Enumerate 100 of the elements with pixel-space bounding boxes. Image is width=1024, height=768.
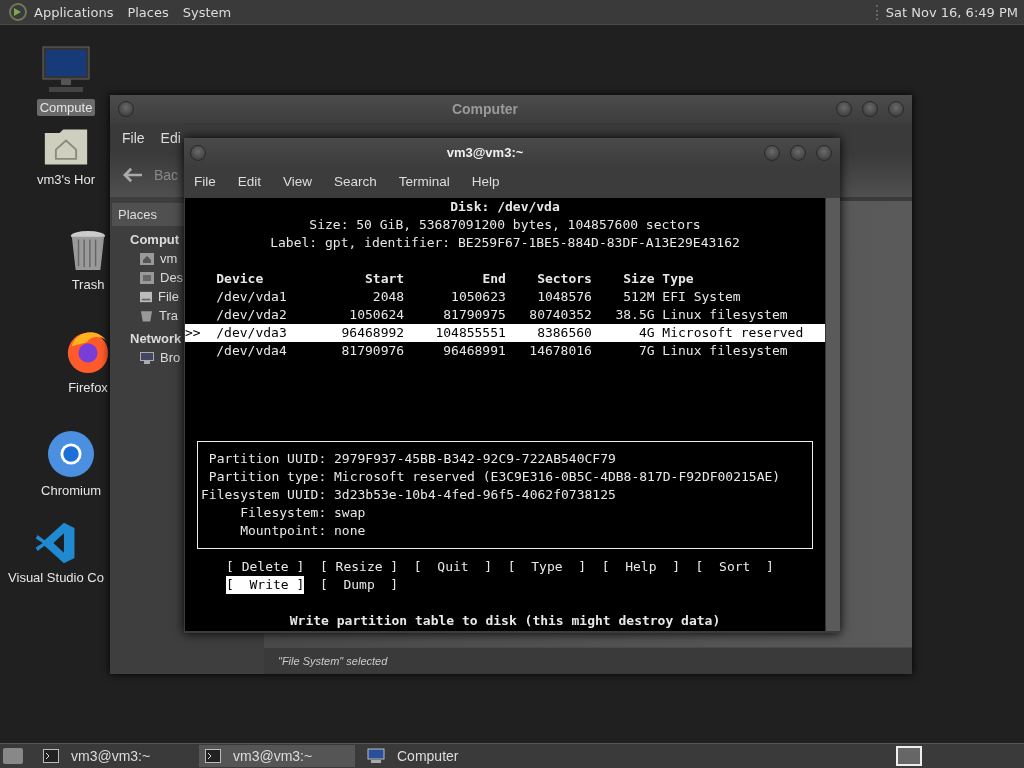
monitor-icon[interactable] [41, 45, 91, 95]
table-cell-text: 1050624 [348, 306, 405, 324]
table-cell-text: /dev/vda4 [216, 342, 288, 360]
menu-action-button[interactable]: [ Resize ] [319, 558, 399, 576]
sidebar-item[interactable]: Des [160, 270, 184, 285]
sidebar-item[interactable]: Bro [160, 350, 181, 365]
table-cell-text: 81790975 [442, 306, 506, 324]
menu-item[interactable]: File [186, 174, 224, 189]
table-cell-text: 96468991 [442, 342, 506, 360]
detail-value: 2979F937-45BB-B342-92C9-722AB540CF79 [334, 450, 616, 468]
folder-icon [140, 271, 154, 284]
table-cell: Microsoft reserved [662, 324, 804, 342]
column-header: Size [622, 270, 655, 288]
panel-menu[interactable]: Applications [34, 4, 114, 20]
menu-item[interactable]: Help [463, 174, 508, 189]
table-cell: EFI System [662, 288, 741, 306]
table-cell-text: /dev/vda1 [216, 288, 288, 306]
workspace-switcher[interactable] [896, 746, 922, 766]
disk-info-line: Size: 50 GiB, 53687091200 bytes, 104857600 sectors [308, 216, 702, 234]
column-header: Device [216, 270, 265, 288]
trash-icon [140, 309, 153, 322]
partition-row[interactable]: >> /dev/vda3 96468992 104855551 8386560 4G Microsoft reserved [185, 324, 825, 342]
detail-value: 3d23b53e-10b4-4fed-96f5-4062f0738125 [334, 486, 616, 504]
clock[interactable]: Sat Nov 16, 6:49 PM [875, 4, 1018, 20]
home-folder-icon [140, 252, 154, 265]
trash-icon[interactable] [69, 230, 107, 272]
desktop-icon-label[interactable]: Trash [68, 276, 108, 293]
menu-action-button[interactable]: [ Help ] [601, 558, 680, 576]
taskbar-button[interactable]: vm3@vm3:~ [37, 745, 193, 767]
window-menu-button[interactable] [118, 101, 134, 117]
disk-info-line: Label: gpt, identifier: BE259F67-1BE5-884D-83DF-A13E29E43162 [269, 234, 741, 252]
menu-action-button[interactable]: [ Sort ] [695, 558, 774, 576]
desktop-icon-label[interactable]: vm3's Hor [33, 171, 99, 188]
detail-label: Partition UUID: [207, 450, 327, 468]
panel-menu[interactable]: Places [127, 4, 169, 20]
desktop-icon-label[interactable]: Firefox [65, 379, 111, 396]
table-cell-text: 1048576 [536, 288, 592, 306]
sidebar-item[interactable]: File [158, 289, 179, 304]
scrollbar[interactable] [825, 198, 840, 631]
column-header: Sectors [536, 270, 592, 288]
table-cell: Linux filesystem [662, 306, 788, 324]
menu-action-button[interactable]: [ Quit ] [413, 558, 493, 576]
sidebar-item[interactable]: vm [160, 251, 178, 266]
monitor-icon [140, 351, 154, 364]
partition-row[interactable]: /dev/vda4 81790976 96468991 14678016 7G Linux filesystem [185, 342, 825, 360]
table-cell: Linux filesystem [662, 342, 788, 360]
logo-icon[interactable] [8, 2, 28, 22]
sidebar-item[interactable]: Tra [159, 308, 179, 323]
window-control-button[interactable] [888, 101, 904, 117]
column-header: Start [364, 270, 405, 288]
window-control-button[interactable] [764, 144, 780, 161]
menu-item[interactable]: Terminal [390, 174, 458, 189]
hint-text: Write partition table to disk (this might destroy data) [288, 612, 722, 630]
desktop-icon-label[interactable]: Visual Studio Co [5, 569, 107, 586]
table-cell-text: 512M [622, 288, 655, 306]
window-control-button[interactable] [790, 144, 806, 161]
panel-menu[interactable]: System [182, 4, 232, 20]
menu-action-button[interactable]: [ Delete ] [226, 558, 305, 576]
detail-value: none [334, 522, 366, 540]
menu-item[interactable]: Search [326, 174, 385, 189]
table-cell-text: 104855551 [434, 324, 506, 342]
detail-label: Filesystem UUID: [201, 486, 327, 504]
table-cell-text: 8386560 [536, 324, 592, 342]
taskbar-button[interactable]: vm3@vm3:~ [199, 745, 355, 767]
table-cell-text: 2048 [371, 288, 405, 306]
table-cell-text: 81790976 [340, 342, 405, 360]
table-cell-text: /dev/vda3 [216, 324, 288, 342]
menu-action-button[interactable]: [ Type ] [507, 558, 587, 576]
table-cell-text: 7G [637, 342, 655, 360]
detail-label: Mountpoint: [239, 522, 327, 540]
table-cell-text: 1050623 [450, 288, 506, 306]
terminal-icon [43, 749, 59, 763]
ring-logo-icon[interactable] [47, 430, 95, 478]
detail-label: Partition type: [207, 468, 327, 486]
window-control-button[interactable] [836, 101, 852, 117]
menu-item[interactable]: View [275, 174, 321, 189]
table-cell-text: /dev/vda2 [216, 306, 288, 324]
menu-item[interactable]: File [122, 130, 145, 146]
menu-action-button[interactable]: [ Write ] [226, 576, 305, 594]
taskbar-button[interactable]: Computer [361, 745, 517, 767]
window-control-button[interactable] [816, 144, 832, 161]
table-cell-text: 80740352 [528, 306, 592, 324]
window-menu-button[interactable] [190, 144, 206, 161]
menu-item[interactable]: Edit [229, 174, 270, 189]
desktop-icon-label[interactable]: Compute [36, 99, 96, 116]
monitor-icon [367, 748, 385, 764]
partition-row[interactable]: /dev/vda2 1050624 81790975 80740352 38.5G Linux filesystem [185, 306, 825, 324]
table-cell-text: 38.5G [614, 306, 655, 324]
detail-value: swap [334, 504, 366, 522]
status-text: "File System" selected [278, 655, 388, 667]
column-header: End [481, 270, 506, 288]
drive-icon [140, 290, 152, 303]
terminal-icon [205, 749, 221, 763]
menu-item[interactable]: Edi [160, 130, 181, 146]
menu-action-button[interactable]: [ Dump ] [319, 576, 399, 594]
window-control-button[interactable] [862, 101, 878, 117]
table-cell-text: 4G [637, 324, 655, 342]
desktop-icon-label[interactable]: Chromium [38, 482, 104, 499]
disk-info-line: Disk: /dev/vda [449, 198, 561, 216]
partition-row[interactable]: /dev/vda1 2048 1050623 1048576 512M EFI System [185, 288, 825, 306]
